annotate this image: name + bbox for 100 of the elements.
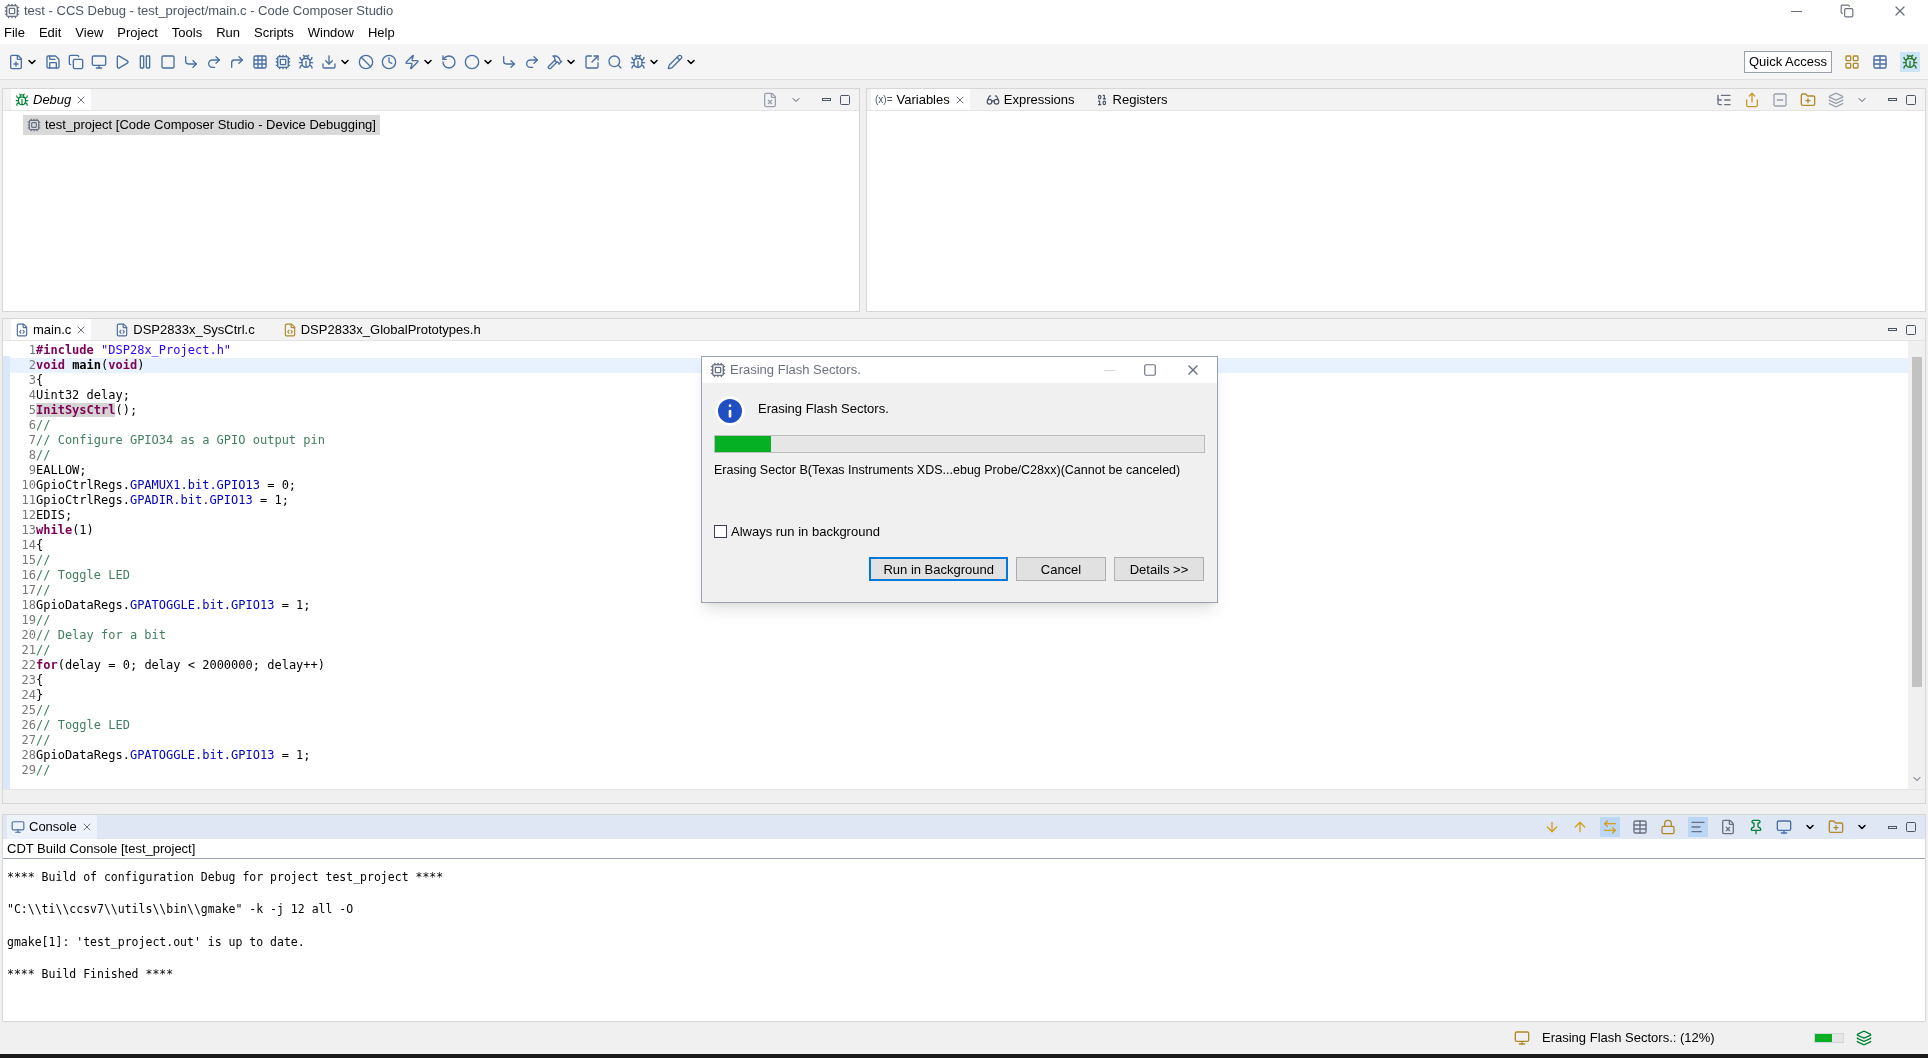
search-icon[interactable] <box>607 53 623 70</box>
menu-item[interactable]: Project <box>117 23 158 43</box>
pause-icon[interactable] <box>137 53 153 70</box>
app-icon <box>4 3 20 19</box>
restore-icon[interactable] <box>1840 4 1854 18</box>
file-plus-icon[interactable] <box>8 53 24 70</box>
display-icon[interactable] <box>1776 819 1792 835</box>
clear-icon[interactable] <box>1720 819 1736 835</box>
maximize-icon[interactable] <box>1905 93 1917 106</box>
tree-item[interactable]: test_project [Code Composer Studio - Device Debugging] <box>23 115 380 135</box>
menu-item[interactable]: View <box>75 23 104 43</box>
quick-access-field[interactable]: Quick Access <box>1743 50 1832 73</box>
clock-icon[interactable] <box>381 53 397 70</box>
monitor-icon[interactable] <box>91 53 107 70</box>
editor-tab[interactable]: DSP2833x_SysCtrl.c <box>111 319 259 340</box>
minimize-icon[interactable] <box>1888 328 1897 331</box>
ban-icon[interactable] <box>358 53 374 70</box>
rotate-icon[interactable] <box>441 53 457 70</box>
save-all-icon[interactable] <box>68 53 84 70</box>
c-file-icon <box>15 322 29 337</box>
bug-icon[interactable] <box>298 53 314 70</box>
code-line: // <box>36 583 51 598</box>
maximize-icon[interactable] <box>1905 323 1917 336</box>
view-tab[interactable]: Registers <box>1090 89 1172 110</box>
redo-icon[interactable] <box>524 53 540 70</box>
word-wrap-icon[interactable] <box>1688 817 1708 837</box>
play-icon[interactable] <box>114 53 130 70</box>
hammer-icon[interactable] <box>547 53 563 70</box>
dialog-app-icon <box>710 362 726 378</box>
stop-icon[interactable] <box>160 53 176 70</box>
chip-icon[interactable] <box>275 53 291 70</box>
step-into-icon[interactable] <box>183 53 199 70</box>
line-number: 27 <box>20 733 36 748</box>
save-icon[interactable] <box>45 53 61 70</box>
view-tab[interactable]: Expressions <box>981 89 1079 110</box>
editor-tab[interactable]: DSP2833x_GlobalPrototypes.h <box>278 319 485 340</box>
menu-item[interactable]: Tools <box>171 23 203 43</box>
lock-icon[interactable] <box>1660 819 1676 835</box>
perspective-icon[interactable] <box>1844 53 1860 70</box>
open-console-icon[interactable] <box>1828 819 1844 835</box>
line-number: 9 <box>27 463 36 478</box>
scroll-lock-icon[interactable] <box>1632 819 1648 835</box>
code-line: // Toggle LED <box>36 568 130 583</box>
menu-item[interactable]: File <box>4 23 25 43</box>
ccs-edit-icon[interactable] <box>1872 53 1888 70</box>
debug-icon[interactable] <box>630 53 646 70</box>
view-tab[interactable]: Debug <box>11 89 92 110</box>
code-line: // <box>36 613 51 628</box>
monitor-icon <box>11 820 25 834</box>
code-line: GpioDataRegs.GPATOGGLE.bit.GPIO13 = 1; <box>36 598 311 613</box>
line-number: 19 <box>20 613 36 628</box>
minimize-icon[interactable] <box>822 98 831 101</box>
new-icon[interactable] <box>1800 91 1816 108</box>
always-background-checkbox[interactable]: Always run in background <box>714 521 1205 542</box>
maximize-icon[interactable] <box>839 93 851 106</box>
code-line: InitSysCtrl(); <box>36 403 138 418</box>
menu-item[interactable]: Run <box>216 23 240 43</box>
dialog-button[interactable]: Run in Background <box>869 557 1008 582</box>
code-line: { <box>36 673 44 688</box>
maximize-icon[interactable] <box>1143 363 1157 377</box>
line-number: 11 <box>20 493 36 508</box>
menu-item[interactable]: Edit <box>38 23 62 43</box>
line-number: 12 <box>20 508 36 523</box>
line-number: 7 <box>27 433 36 448</box>
code-line: GpioCtrlRegs.GPAMUX1.bit.GPIO13 = 0; <box>36 478 297 493</box>
circle-icon[interactable] <box>464 53 480 70</box>
minimize-icon[interactable] <box>1888 825 1897 829</box>
step-return-icon[interactable] <box>229 53 245 70</box>
step-icon[interactable] <box>501 53 517 70</box>
code-line: // <box>36 733 51 748</box>
minimize-icon[interactable] <box>1791 10 1802 12</box>
editor-tab[interactable]: main.c <box>11 319 92 340</box>
line-number: 25 <box>20 703 36 718</box>
grid-icon[interactable] <box>252 53 268 70</box>
dialog-button[interactable]: Cancel <box>1016 557 1106 582</box>
dialog-button[interactable]: Details >> <box>1114 557 1204 582</box>
minimize-icon[interactable] <box>1888 98 1897 101</box>
menu-item[interactable]: Scripts <box>254 23 294 43</box>
line-number: 16 <box>20 568 36 583</box>
console-line: gmake[1]: 'test_project.out' is up to date. <box>7 933 306 951</box>
external-icon[interactable] <box>584 53 600 70</box>
ccs-debug-icon[interactable] <box>1900 51 1920 72</box>
lightning-icon[interactable] <box>404 53 420 70</box>
view-tab[interactable]: (x)= Variables <box>871 89 970 110</box>
code-line: GpioDataRegs.GPATOGGLE.bit.GPIO13 = 1; <box>36 748 311 763</box>
menu-item[interactable]: Window <box>307 23 354 43</box>
scroll-thumb[interactable] <box>1911 357 1922 687</box>
pin-icon[interactable] <box>1748 819 1764 835</box>
status-icon[interactable] <box>1514 1030 1530 1046</box>
menu-item[interactable]: Help <box>368 23 395 43</box>
line-number: 6 <box>27 418 36 433</box>
view-tab[interactable]: Console <box>7 815 97 839</box>
window-title: test - CCS Debug - test_project/main.c - Code Composer Studio <box>24 2 394 21</box>
pencil-icon[interactable] <box>667 53 683 70</box>
step-over-icon[interactable] <box>206 53 222 70</box>
download-icon[interactable] <box>321 53 337 70</box>
maximize-icon[interactable] <box>1905 821 1917 833</box>
code-line: GpioCtrlRegs.GPADIR.bit.GPIO13 = 1; <box>36 493 289 508</box>
progress-view-icon[interactable] <box>1856 1030 1872 1046</box>
code-line: void main(void) <box>36 358 145 373</box>
